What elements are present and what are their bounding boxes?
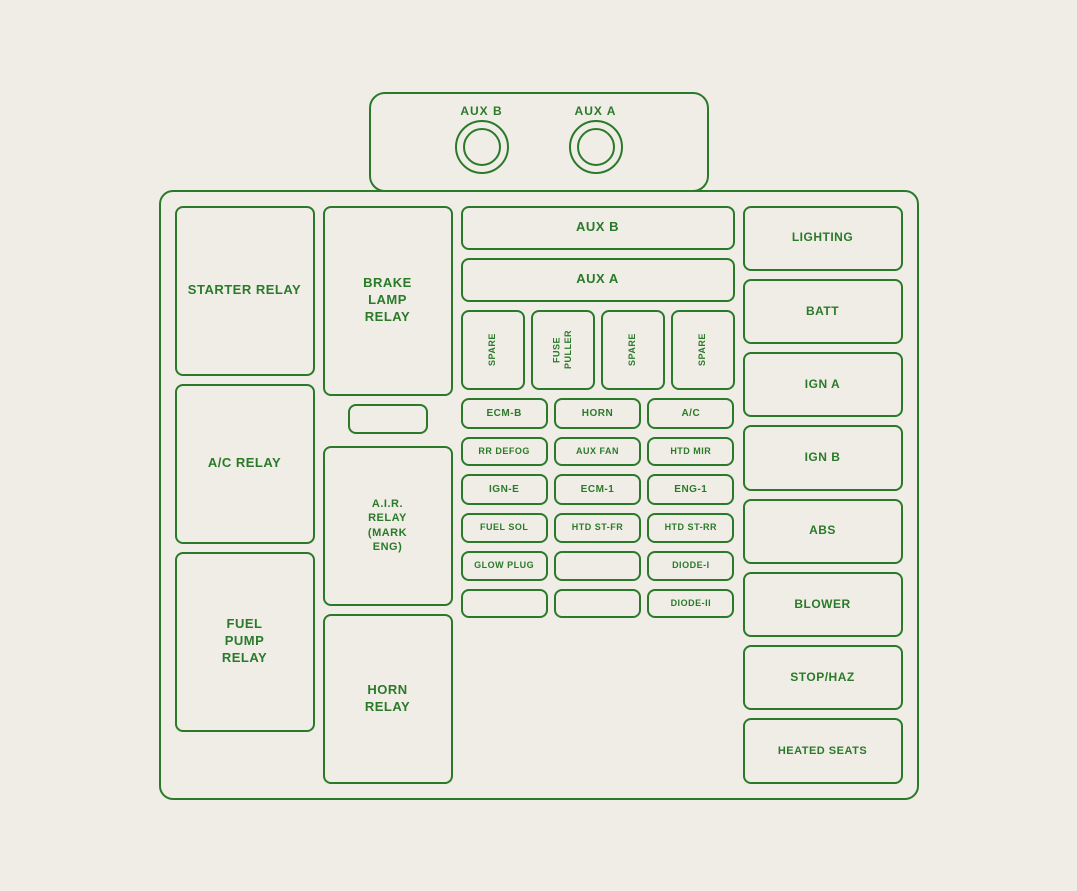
aux-b-connector-label: AUX B bbox=[460, 104, 502, 118]
ecm-b: ECM-B bbox=[461, 398, 548, 429]
fuse-puller: FUSE PULLER bbox=[531, 310, 595, 390]
diode-i: DIODE-I bbox=[647, 551, 734, 581]
spare-2: SPARE bbox=[601, 310, 665, 390]
aux-a-connector-label: AUX A bbox=[575, 104, 617, 118]
aux-b-circle-inner bbox=[463, 128, 501, 166]
heated-seats: HEATED SEATS bbox=[743, 718, 903, 783]
rr-defog: RR DEFOG bbox=[461, 437, 548, 467]
blank-left-1 bbox=[461, 589, 548, 619]
aux-b-connector: AUX B bbox=[455, 104, 509, 174]
blower: BLOWER bbox=[743, 572, 903, 637]
blank-center-1 bbox=[554, 551, 641, 581]
blank-mid-1 bbox=[554, 589, 641, 619]
top-tab: AUX B AUX A bbox=[369, 92, 709, 192]
abs: ABS bbox=[743, 499, 903, 564]
aux-b-fuse: AUX B bbox=[461, 206, 735, 250]
aux-a-fuse: AUX A bbox=[461, 258, 735, 302]
fuel-pump-relay: FUELPUMPRELAY bbox=[175, 552, 315, 732]
fuse-diagram: AUX B AUX A STARTER RELAY A/C R bbox=[159, 92, 919, 800]
spare-3: SPARE bbox=[671, 310, 735, 390]
spare-1: SPARE bbox=[461, 310, 525, 390]
aux-fan: AUX FAN bbox=[554, 437, 641, 467]
center-column: AUX B AUX A SPARE FUSE PULLER SPARE bbox=[461, 206, 735, 784]
htd-st-rr: HTD ST-RR bbox=[647, 513, 734, 543]
row-fuel-htd: FUEL SOL HTD ST-FR HTD ST-RR bbox=[461, 513, 735, 543]
eng-1: ENG-1 bbox=[647, 474, 734, 505]
row-ign-ecm-eng: IGN-E ECM-1 ENG-1 bbox=[461, 474, 735, 505]
left-relay-column: STARTER RELAY A/C RELAY FUELPUMPRELAY bbox=[175, 206, 315, 784]
brake-lamp-relay: BRAKELAMPRELAY bbox=[323, 206, 453, 396]
right-column: LIGHTING BATT IGN A IGN B ABS BLOWER bbox=[743, 206, 903, 784]
blank-small bbox=[323, 404, 453, 434]
diode-ii: DIODE-II bbox=[647, 589, 734, 619]
horn: HORN bbox=[554, 398, 641, 429]
air-relay: A.I.R.RELAY(MARKENG) bbox=[323, 446, 453, 606]
small-fuses-row: SPARE FUSE PULLER SPARE SPARE bbox=[461, 310, 735, 390]
lighting: LIGHTING bbox=[743, 206, 903, 271]
col2: BRAKELAMPRELAY A.I.R.RELAY(MARKENG) HORN… bbox=[323, 206, 453, 784]
row-glow-diode1: GLOW PLUG DIODE-I bbox=[461, 551, 735, 581]
aux-b-circle-outer bbox=[455, 120, 509, 174]
aux-a-connector: AUX A bbox=[569, 104, 623, 174]
ac-relay: A/C RELAY bbox=[175, 384, 315, 544]
blank-small-fuse bbox=[348, 404, 428, 434]
htd-st-fr: HTD ST-FR bbox=[554, 513, 641, 543]
fuel-sol: FUEL SOL bbox=[461, 513, 548, 543]
htd-mir: HTD MIR bbox=[647, 437, 734, 467]
batt: BATT bbox=[743, 279, 903, 344]
main-fuse-box: STARTER RELAY A/C RELAY FUELPUMPRELAY BR… bbox=[159, 190, 919, 800]
glow-plug: GLOW PLUG bbox=[461, 551, 548, 581]
ecm-1: ECM-1 bbox=[554, 474, 641, 505]
aux-a-circle-inner bbox=[577, 128, 615, 166]
horn-relay: HORNRELAY bbox=[323, 614, 453, 784]
ac-fuse: A/C bbox=[647, 398, 734, 429]
row-blank-diode2: DIODE-II bbox=[461, 589, 735, 619]
starter-relay: STARTER RELAY bbox=[175, 206, 315, 376]
row-defog-fan-mir: RR DEFOG AUX FAN HTD MIR bbox=[461, 437, 735, 467]
aux-a-circle-outer bbox=[569, 120, 623, 174]
ign-a: IGN A bbox=[743, 352, 903, 417]
stop-haz: STOP/HAZ bbox=[743, 645, 903, 710]
row-ecm-horn-ac: ECM-B HORN A/C bbox=[461, 398, 735, 429]
ign-e: IGN-E bbox=[461, 474, 548, 505]
ign-b: IGN B bbox=[743, 425, 903, 490]
